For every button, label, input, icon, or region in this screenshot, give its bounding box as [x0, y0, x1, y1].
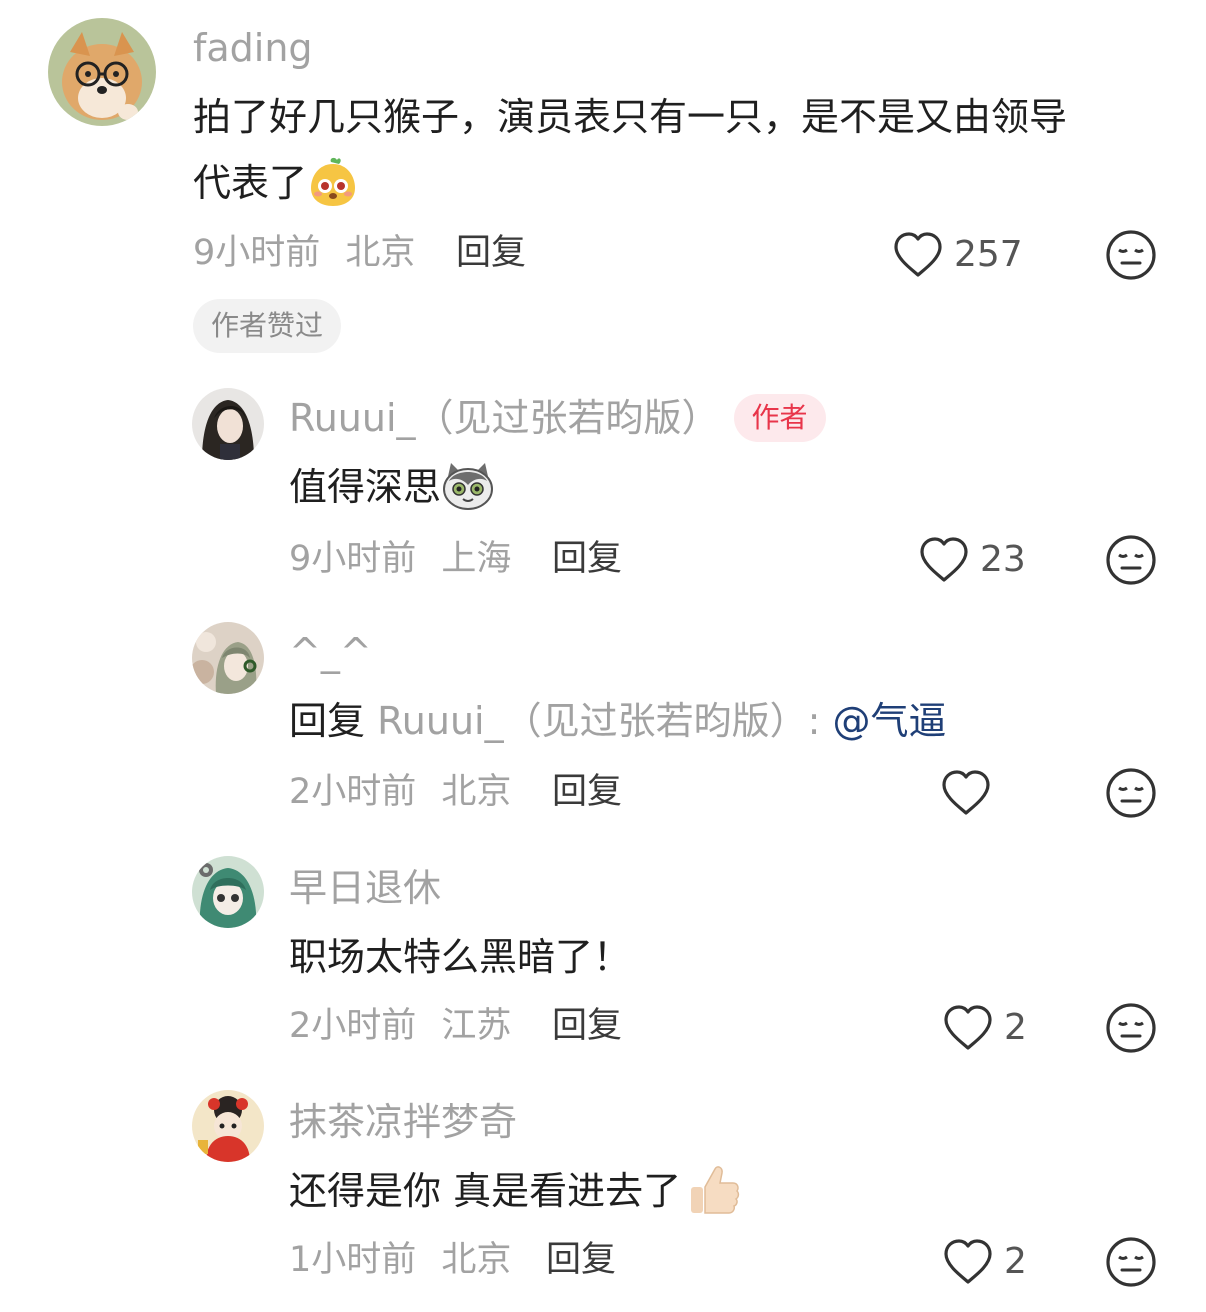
heart-icon — [918, 536, 970, 584]
timestamp: 9小时前 — [289, 539, 417, 579]
comment-text: 代表了 — [193, 152, 359, 214]
comment-meta: 1小时前 北京 — [289, 1238, 511, 1282]
timestamp: 9小时前 — [193, 233, 321, 273]
username[interactable]: 抹茶凉拌梦奇 — [289, 1098, 517, 1146]
location: 上海 — [441, 539, 512, 579]
location: 北京 — [441, 772, 512, 812]
username[interactable]: fading — [193, 24, 313, 72]
meh-face-icon — [1105, 534, 1157, 586]
like-button[interactable]: 2 — [942, 1002, 1027, 1054]
dislike-button[interactable] — [1105, 767, 1157, 819]
comment-text: 职场太特么黑暗了！ — [289, 926, 631, 988]
thumbs-up-emoji — [687, 1163, 741, 1217]
reply-button[interactable]: 回复 — [552, 537, 622, 581]
dislike-button[interactable] — [1105, 1002, 1157, 1054]
reply-prefix: 回复 — [289, 699, 366, 743]
like-button[interactable]: 257 — [892, 229, 1023, 281]
reply-button[interactable]: 回复 — [546, 1238, 616, 1282]
dislike-button[interactable] — [1105, 1236, 1157, 1288]
comment-text: 值得深思 — [289, 456, 495, 518]
heart-icon — [940, 769, 992, 817]
comment-meta: 2小时前 北京 — [289, 770, 511, 814]
reply-target-username[interactable]: Ruuui_（见过张若昀版）: — [377, 699, 820, 743]
comment-text: 还得是你 真是看进去了 — [289, 1160, 741, 1222]
author-badge: 作者 — [733, 393, 826, 442]
dislike-button[interactable] — [1105, 229, 1157, 281]
meh-face-icon — [1105, 767, 1157, 819]
cute-face-emoji — [307, 156, 359, 208]
avatar[interactable] — [192, 856, 264, 928]
avatar[interactable] — [192, 1090, 264, 1162]
like-count: 257 — [954, 234, 1023, 275]
comment-text-line: 职场太特么黑暗了！ — [289, 935, 632, 979]
avatar[interactable] — [192, 388, 264, 460]
like-count: 2 — [1004, 1007, 1027, 1048]
comment-meta: 2小时前 江苏 — [289, 1004, 511, 1048]
cat-emoji — [441, 461, 495, 511]
comment-text-line: 拍了好几只猴子，演员表只有一只，是不是又由领导 — [193, 95, 1068, 139]
meh-face-icon — [1105, 229, 1157, 281]
heart-icon — [892, 231, 944, 279]
username[interactable]: Ruuui_（见过张若昀版） 作者 — [289, 393, 826, 445]
like-button[interactable] — [940, 767, 992, 819]
timestamp: 1小时前 — [289, 1240, 417, 1280]
author-liked-tag: 作者赞过 — [193, 299, 342, 353]
avatar[interactable] — [192, 622, 264, 694]
meh-face-icon — [1105, 1236, 1157, 1288]
reply-button[interactable]: 回复 — [456, 231, 526, 275]
location: 江苏 — [441, 1006, 512, 1046]
location: 北京 — [441, 1240, 512, 1280]
comment-text: 拍了好几只猴子，演员表只有一只，是不是又由领导 — [193, 86, 1067, 148]
heart-icon — [942, 1004, 994, 1052]
dislike-button[interactable] — [1105, 534, 1157, 586]
like-button[interactable]: 2 — [942, 1236, 1027, 1288]
timestamp: 2小时前 — [289, 1006, 417, 1046]
comment-text: 回复 Ruuui_（见过张若昀版）: @气逼 — [289, 690, 947, 752]
timestamp: 2小时前 — [289, 772, 417, 812]
comment-meta: 9小时前 上海 — [289, 537, 511, 581]
meh-face-icon — [1105, 1002, 1157, 1054]
location: 北京 — [345, 233, 416, 273]
like-count: 2 — [1004, 1241, 1027, 1282]
username[interactable]: ^_^ — [289, 628, 372, 676]
comment-text-line: 代表了 — [193, 161, 308, 205]
heart-icon — [942, 1238, 994, 1286]
like-count: 23 — [980, 539, 1026, 580]
mention-link[interactable]: @气逼 — [833, 699, 947, 743]
comment-text-line: 还得是你 真是看进去了 — [289, 1169, 682, 1213]
reply-button[interactable]: 回复 — [552, 1004, 622, 1048]
username[interactable]: 早日退休 — [289, 864, 441, 912]
reply-button[interactable]: 回复 — [552, 770, 622, 814]
username-text: Ruuui_（见过张若昀版） — [289, 396, 720, 440]
like-button[interactable]: 23 — [918, 534, 1026, 586]
comment-text-line: 值得深思 — [289, 465, 442, 509]
avatar[interactable] — [48, 18, 156, 126]
comment-meta: 9小时前 北京 — [193, 231, 415, 275]
